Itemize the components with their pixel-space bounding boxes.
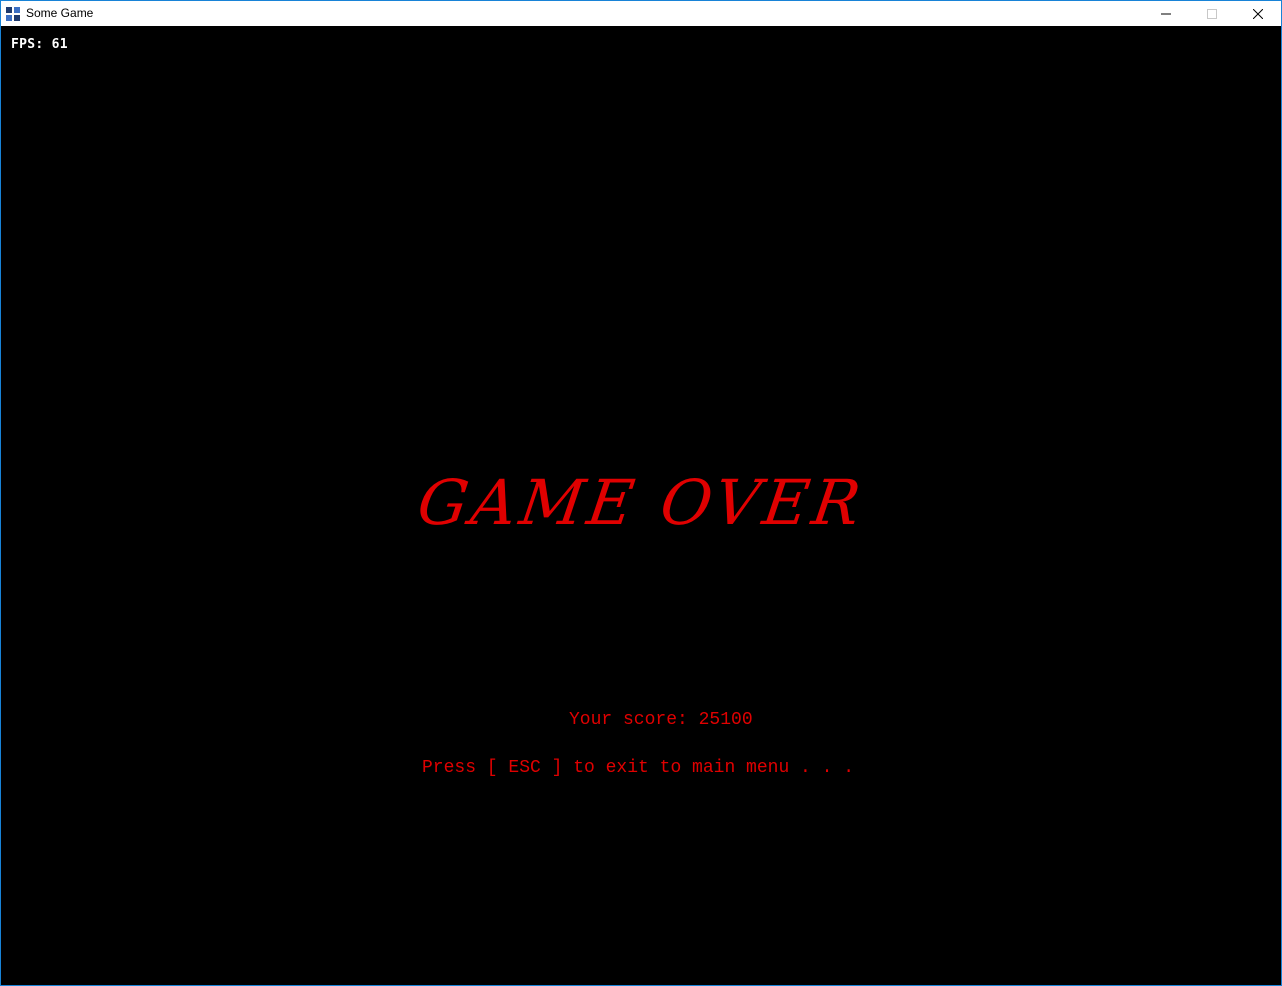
game-window: Some Game FPS: 61 GAME OVER Your score: … xyxy=(0,0,1282,986)
window-title: Some Game xyxy=(26,6,94,20)
title-bar[interactable]: Some Game xyxy=(1,1,1281,26)
close-button[interactable] xyxy=(1235,1,1281,26)
app-icon xyxy=(5,6,21,22)
close-icon xyxy=(1253,8,1263,19)
minimize-icon xyxy=(1161,13,1171,14)
game-canvas[interactable]: FPS: 61 GAME OVER Your score: 25100 Pres… xyxy=(1,26,1281,985)
minimize-button[interactable] xyxy=(1143,1,1189,26)
fps-counter: FPS: 61 xyxy=(11,37,68,52)
exit-prompt: Press [ ESC ] to exit to main menu . . . xyxy=(422,758,855,778)
game-over-title: GAME OVER xyxy=(413,466,869,539)
maximize-icon xyxy=(1207,8,1217,19)
maximize-button[interactable] xyxy=(1189,1,1235,26)
score-text: Your score: 25100 xyxy=(569,710,753,730)
